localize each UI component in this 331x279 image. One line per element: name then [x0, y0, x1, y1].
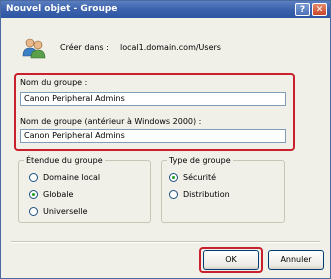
users-group-icon	[22, 38, 46, 59]
group-type-legend: Type de groupe	[169, 156, 231, 165]
type-distribution-option[interactable]: Distribution	[169, 190, 230, 199]
group-scope-legend: Étendue du groupe	[26, 156, 103, 165]
group-name-label: Nom du groupe :	[20, 78, 88, 87]
created-in-value: local1.domain.com/Users	[120, 43, 221, 52]
radio-global[interactable]	[29, 190, 38, 199]
radio-domain-local[interactable]	[29, 173, 38, 182]
dialog-window: Nouvel objet - Groupe ? ✕ Créer dans : l…	[0, 0, 331, 279]
help-button[interactable]: ?	[295, 3, 310, 16]
window-title: Nouvel objet - Groupe	[6, 4, 118, 14]
title-bar[interactable]: Nouvel objet - Groupe ? ✕	[1, 1, 330, 18]
group-name-pre2000-field[interactable]: Canon Peripheral Admins	[20, 129, 286, 143]
close-button[interactable]: ✕	[312, 3, 327, 16]
type-security-label: Sécurité	[183, 173, 217, 182]
scope-domain-local-label: Domaine local	[43, 173, 101, 182]
group-name-pre2000-label: Nom de groupe (antérieur à Windows 2000)…	[20, 117, 202, 126]
group-name-field[interactable]: Canon Peripheral Admins	[20, 92, 286, 106]
separator	[11, 241, 320, 243]
scope-universal-option[interactable]: Universelle	[29, 207, 88, 216]
cancel-button[interactable]: Annuler	[268, 250, 324, 270]
scope-domain-local-option[interactable]: Domaine local	[29, 173, 100, 182]
radio-universal[interactable]	[29, 207, 38, 216]
radio-security[interactable]	[169, 173, 178, 182]
scope-global-label: Globale	[43, 190, 74, 199]
type-security-option[interactable]: Sécurité	[169, 173, 216, 182]
created-in-label: Créer dans :	[60, 43, 109, 52]
scope-universal-label: Universelle	[43, 207, 88, 216]
scope-global-option[interactable]: Globale	[29, 190, 73, 199]
type-distribution-label: Distribution	[183, 190, 230, 199]
radio-distribution[interactable]	[169, 190, 178, 199]
ok-button[interactable]: OK	[203, 250, 259, 270]
